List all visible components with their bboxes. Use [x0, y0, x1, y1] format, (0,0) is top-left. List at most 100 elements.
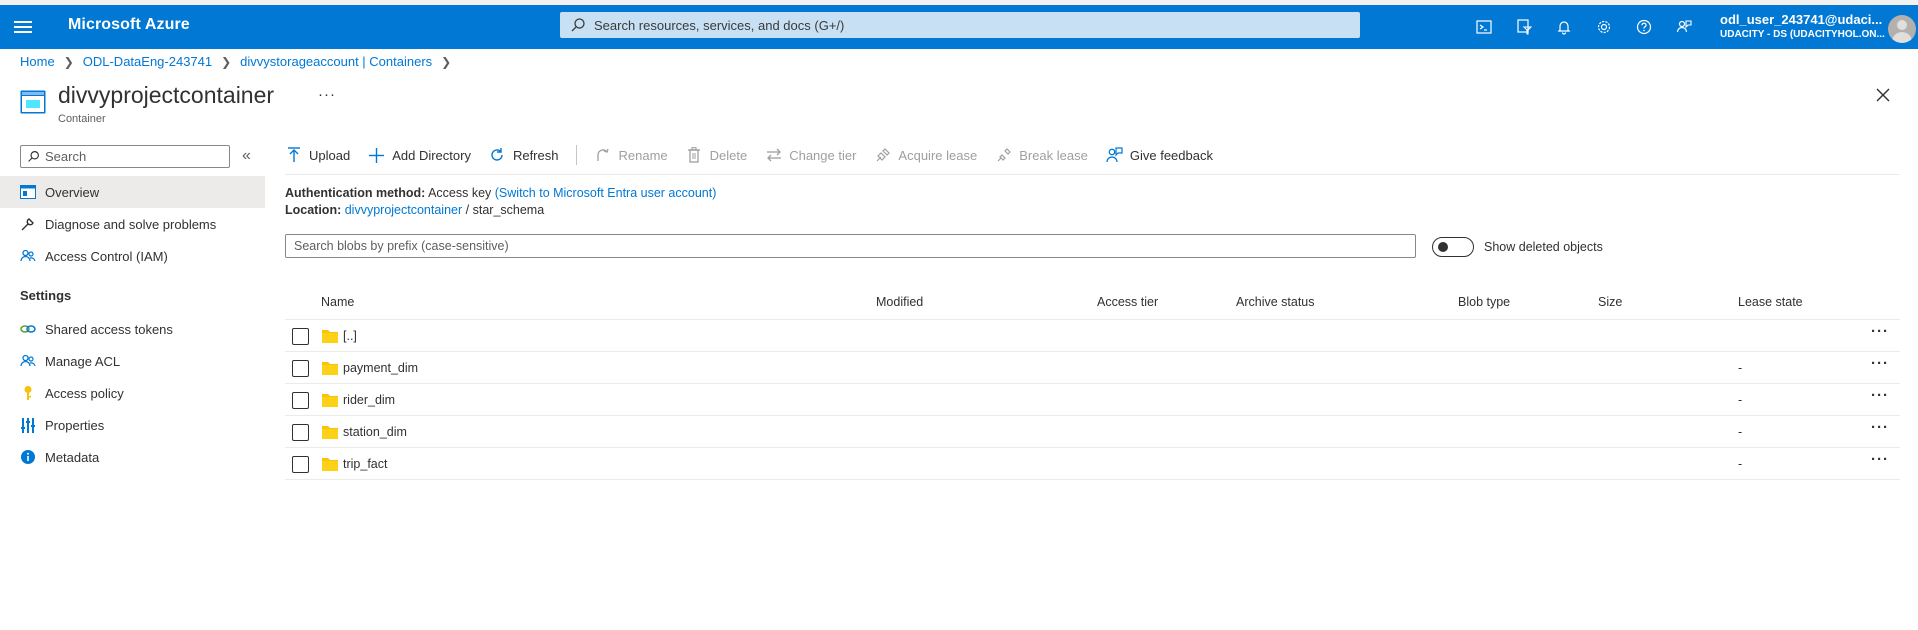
folder-icon — [322, 458, 338, 471]
avatar[interactable] — [1888, 15, 1916, 43]
rename-button[interactable]: Rename — [594, 147, 668, 164]
column-header-size[interactable]: Size — [1598, 295, 1622, 309]
auth-method-value: Access key — [428, 186, 492, 200]
column-header-lease-state[interactable]: Lease state — [1738, 295, 1803, 309]
cloud-shell-icon[interactable] — [1470, 13, 1498, 41]
row-name[interactable]: payment_dim — [343, 361, 418, 375]
sidebar-item-iam[interactable]: Access Control (IAM) — [0, 240, 265, 272]
nav-search-input[interactable]: Search — [20, 145, 230, 168]
row-checkbox[interactable] — [292, 424, 309, 441]
location-container-link[interactable]: divvyprojectcontainer — [345, 203, 462, 217]
feedback-icon — [1106, 147, 1123, 164]
show-deleted-label: Show deleted objects — [1484, 240, 1603, 254]
toolbar-divider — [576, 145, 578, 165]
settings-gear-icon[interactable] — [1590, 13, 1618, 41]
location-row: Location: divvyprojectcontainer / star_s… — [285, 203, 544, 217]
delete-label: Delete — [709, 147, 748, 163]
show-deleted-toggle[interactable] — [1432, 237, 1474, 257]
collapse-nav-button[interactable]: « — [242, 147, 251, 165]
column-header-archive-status[interactable]: Archive status — [1236, 295, 1315, 309]
settings-section-title: Settings — [20, 288, 72, 303]
row-name[interactable]: station_dim — [343, 425, 407, 439]
feedback-icon[interactable] — [1670, 13, 1698, 41]
column-header-name[interactable]: Name — [321, 295, 354, 309]
row-name[interactable]: rider_dim — [343, 393, 395, 407]
location-label: Location: — [285, 203, 342, 217]
overview-icon — [20, 184, 36, 200]
sidebar-item-properties[interactable]: Properties — [0, 409, 265, 441]
people-icon — [20, 248, 36, 264]
row-more-button[interactable]: ··· — [1871, 387, 1889, 404]
top-bar: Microsoft Azure Search resources, servic… — [0, 0, 1918, 49]
row-more-button[interactable]: ··· — [1871, 323, 1889, 340]
row-checkbox[interactable] — [292, 456, 309, 473]
sidebar-item-overview[interactable]: Overview — [0, 176, 265, 208]
column-header-blob-type[interactable]: Blob type — [1458, 295, 1510, 309]
acquire-lease-button[interactable]: Acquire lease — [874, 147, 977, 164]
refresh-button[interactable]: Refresh — [489, 147, 558, 164]
breadcrumb: Home ❯ ODL-DataEng-243741 ❯ divvystorage… — [20, 54, 460, 69]
directory-filter-icon[interactable] — [1510, 13, 1538, 41]
row-name[interactable]: [..] — [343, 329, 357, 343]
user-tenant: UDACITY - DS (UDACITYHOL.ON... — [1720, 29, 1885, 40]
blob-prefix-search-input[interactable]: Search blobs by prefix (case-sensitive) — [285, 234, 1416, 258]
brand-title[interactable]: Microsoft Azure — [68, 16, 190, 34]
upload-label: Upload — [309, 147, 351, 163]
row-more-button[interactable]: ··· — [1871, 419, 1889, 436]
sidebar-item-access-policy[interactable]: Access policy — [0, 377, 265, 409]
folder-icon — [322, 426, 338, 439]
help-icon[interactable] — [1630, 13, 1658, 41]
global-search-input[interactable]: Search resources, services, and docs (G+… — [560, 12, 1360, 38]
user-name: odl_user_243741@udaci... — [1720, 12, 1883, 27]
sidebar-item-shared-access-tokens[interactable]: Shared access tokens — [0, 313, 265, 345]
notifications-bell-icon[interactable] — [1550, 13, 1578, 41]
table-row[interactable]: trip_fact - ··· — [285, 448, 1900, 480]
break-lease-button[interactable]: Break lease — [995, 147, 1088, 164]
table-row[interactable]: payment_dim - ··· — [285, 352, 1900, 384]
location-separator: / — [465, 203, 470, 217]
folder-icon — [322, 394, 338, 407]
change-tier-label: Change tier — [789, 147, 857, 163]
sidebar-item-manage-acl[interactable]: Manage ACL — [0, 345, 265, 377]
row-lease-state: - — [1738, 393, 1743, 407]
sidebar-item-label: Shared access tokens — [45, 321, 173, 337]
table-row[interactable]: station_dim - ··· — [285, 416, 1900, 448]
change-tier-button[interactable]: Change tier — [765, 147, 856, 164]
hamburger-menu-icon[interactable] — [14, 18, 32, 36]
sidebar-item-metadata[interactable]: Metadata — [0, 441, 265, 473]
breadcrumb-storage-containers[interactable]: divvystorageaccount | Containers — [240, 54, 432, 69]
sidebar-item-label: Access Control (IAM) — [45, 248, 168, 264]
swap-arrows-icon — [765, 147, 782, 164]
row-lease-state: - — [1738, 361, 1743, 375]
info-icon — [20, 449, 36, 465]
sidebar-item-diagnose[interactable]: Diagnose and solve problems — [0, 208, 265, 240]
upload-button[interactable]: Upload — [285, 147, 350, 164]
table-row[interactable]: rider_dim - ··· — [285, 384, 1900, 416]
add-directory-button[interactable]: Add Directory — [368, 147, 471, 164]
delete-button[interactable]: Delete — [686, 147, 748, 164]
chevron-right-icon: ❯ — [63, 54, 74, 69]
command-bar: Upload Add Directory Refresh Rename Dele… — [285, 143, 1231, 167]
row-checkbox[interactable] — [292, 360, 309, 377]
auth-method-label: Authentication method: — [285, 186, 426, 200]
breadcrumb-resource-group[interactable]: ODL-DataEng-243741 — [83, 54, 212, 69]
switch-auth-link[interactable]: (Switch to Microsoft Entra user account) — [495, 186, 717, 200]
rename-label: Rename — [618, 147, 668, 163]
row-more-button[interactable]: ··· — [1871, 355, 1889, 372]
column-header-access-tier[interactable]: Access tier — [1097, 295, 1158, 309]
rename-icon — [594, 147, 611, 164]
row-name[interactable]: trip_fact — [343, 457, 387, 471]
wrench-icon — [20, 216, 36, 232]
table-row[interactable]: [..] ··· — [285, 320, 1900, 352]
breadcrumb-home[interactable]: Home — [20, 54, 55, 69]
give-feedback-button[interactable]: Give feedback — [1106, 147, 1213, 164]
close-icon[interactable] — [1874, 86, 1892, 104]
column-header-modified[interactable]: Modified — [876, 295, 923, 309]
row-checkbox[interactable] — [292, 392, 309, 409]
nav-search-placeholder: Search — [45, 149, 87, 164]
row-more-button[interactable]: ··· — [1871, 451, 1889, 468]
row-lease-state: - — [1738, 425, 1743, 439]
row-checkbox[interactable] — [292, 328, 309, 345]
more-actions-button[interactable]: ··· — [318, 86, 336, 103]
account-menu[interactable]: odl_user_243741@udaci... UDACITY - DS (U… — [1720, 11, 1885, 42]
